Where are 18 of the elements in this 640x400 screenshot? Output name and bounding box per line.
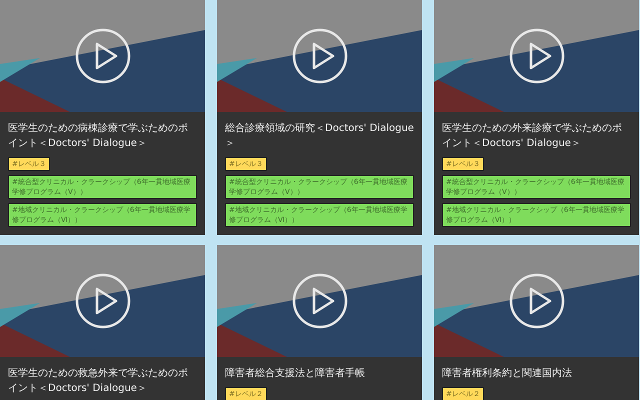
video-title-link[interactable]: 医学生のための病棟診療で学ぶためのポイント＜Doctors' Dialogue＞ (8, 121, 197, 151)
video-thumbnail-drawing[interactable] (217, 245, 422, 357)
play-icon[interactable] (75, 28, 131, 84)
video-thumbnail-drawing[interactable] (0, 0, 205, 112)
play-icon[interactable] (509, 28, 565, 84)
video-title-link[interactable]: 障害者権利条約と関連国内法 (442, 366, 572, 381)
video-thumbnail-drawing[interactable] (434, 0, 639, 112)
play-icon[interactable] (292, 273, 348, 329)
video-title-link[interactable]: 総合診療領域の研究＜Doctors' Dialogue＞ (225, 121, 414, 151)
video-thumbnail-drawing[interactable] (217, 0, 422, 112)
play-icon[interactable] (509, 273, 565, 329)
video-thumbnail-drawing[interactable] (434, 245, 639, 357)
play-icon[interactable] (292, 28, 348, 84)
video-title-link[interactable]: 医学生のための救急外来で学ぶためのポイント＜Doctors' Dialogue＞ (8, 366, 197, 396)
video-title-link[interactable]: 障害者総合支援法と障害者手帳 (225, 366, 365, 381)
play-icon[interactable] (75, 273, 131, 329)
video-title-link[interactable]: 医学生のための外来診療で学ぶためのポイント＜Doctors' Dialogue＞ (442, 121, 631, 151)
video-thumbnail-drawing[interactable] (0, 245, 205, 357)
